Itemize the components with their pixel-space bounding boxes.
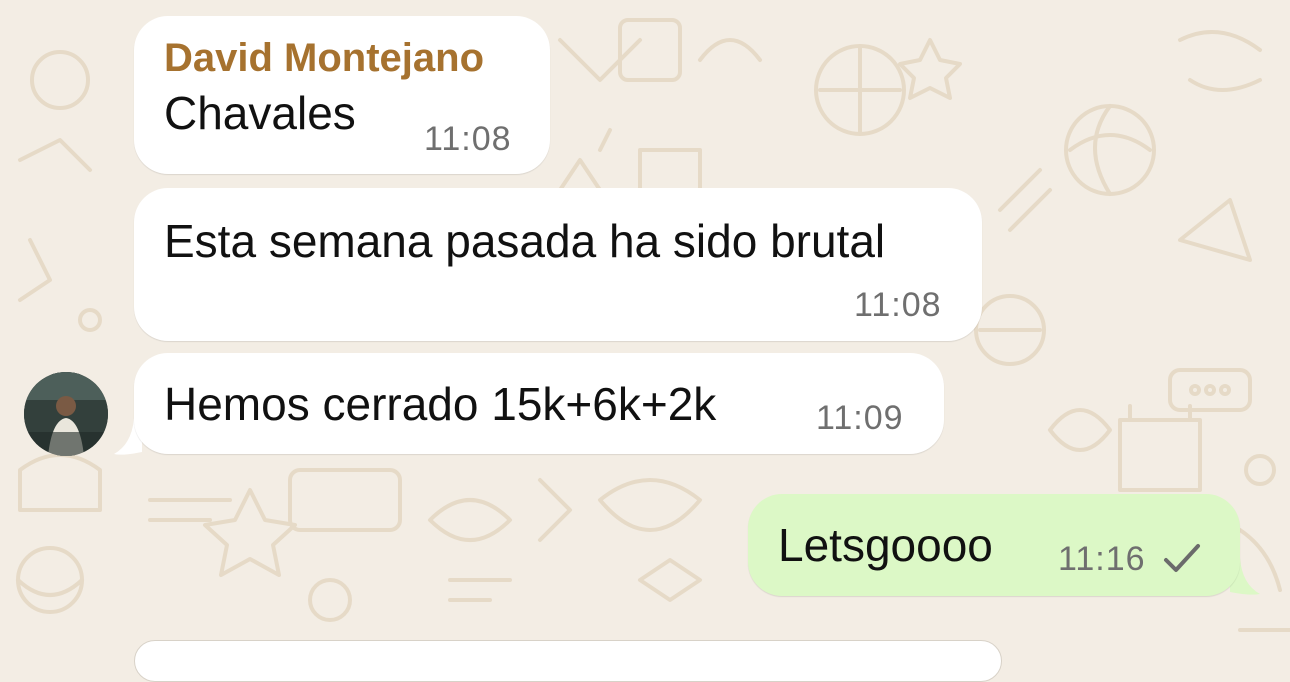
message-text: Esta semana pasada ha sido brutal — [164, 215, 886, 267]
message-timestamp: 11:16 — [1058, 540, 1146, 578]
message-text: Chavales — [164, 87, 356, 139]
message-timestamp: 11:09 — [816, 399, 904, 437]
message-text: Hemos cerrado 15k+6k+2k — [164, 378, 717, 430]
message-bubble-incoming[interactable]: Hemos cerrado 15k+6k+2k 11:09 — [134, 353, 944, 454]
message-bubble-outgoing[interactable]: Letsgoooo 11:16 — [748, 494, 1240, 596]
sender-name[interactable]: David Montejano — [164, 36, 484, 81]
message-bubble-incoming[interactable]: Esta semana pasada ha sido brutal 11:08 — [134, 188, 982, 341]
message-text: Letsgoooo — [778, 519, 993, 571]
single-check-icon — [1164, 544, 1200, 572]
message-bubble-incoming[interactable]: David Montejano Chavales 11:08 — [134, 16, 550, 174]
message-timestamp: 11:08 — [424, 120, 512, 158]
sender-avatar[interactable] — [24, 372, 108, 456]
next-message-bubble[interactable] — [134, 640, 1002, 682]
message-timestamp: 11:08 — [854, 286, 942, 324]
